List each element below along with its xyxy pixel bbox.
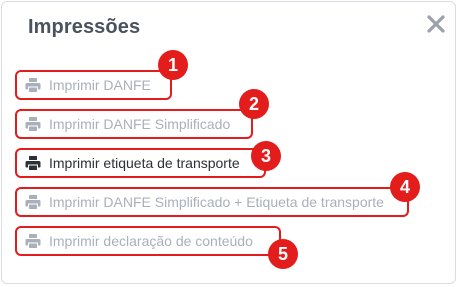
printer-icon: [25, 234, 41, 248]
printer-icon: [25, 78, 41, 92]
print-shipping-label-button[interactable]: Imprimir etiqueta de transporte: [15, 148, 266, 178]
step-badge: 3: [251, 141, 281, 171]
print-danfe-label: Imprimir DANFE: [49, 77, 151, 93]
print-content-declaration-button[interactable]: Imprimir declaração de conteúdo: [15, 226, 281, 256]
print-danfe-simplificado-plus-label-label: Imprimir DANFE Simplificado + Etiqueta d…: [49, 194, 384, 210]
print-content-declaration-label: Imprimir declaração de conteúdo: [49, 233, 253, 249]
step-badge: 1: [158, 50, 188, 80]
print-danfe-simplificado-label: Imprimir DANFE Simplificado: [49, 116, 231, 132]
printer-icon: [25, 195, 41, 209]
print-shipping-label-label: Imprimir etiqueta de transporte: [49, 155, 240, 171]
printer-icon: [25, 156, 41, 170]
close-icon[interactable]: [425, 13, 447, 35]
printer-icon: [25, 117, 41, 131]
dialog-title: Impressões: [28, 16, 141, 38]
print-danfe-simplificado-plus-label-button[interactable]: Imprimir DANFE Simplificado + Etiqueta d…: [15, 187, 409, 217]
print-danfe-simplificado-button[interactable]: Imprimir DANFE Simplificado: [15, 109, 253, 139]
print-danfe-button[interactable]: Imprimir DANFE: [15, 70, 172, 100]
step-badge: 4: [390, 172, 420, 202]
step-badge: 5: [268, 239, 298, 269]
step-badge: 2: [239, 89, 269, 119]
